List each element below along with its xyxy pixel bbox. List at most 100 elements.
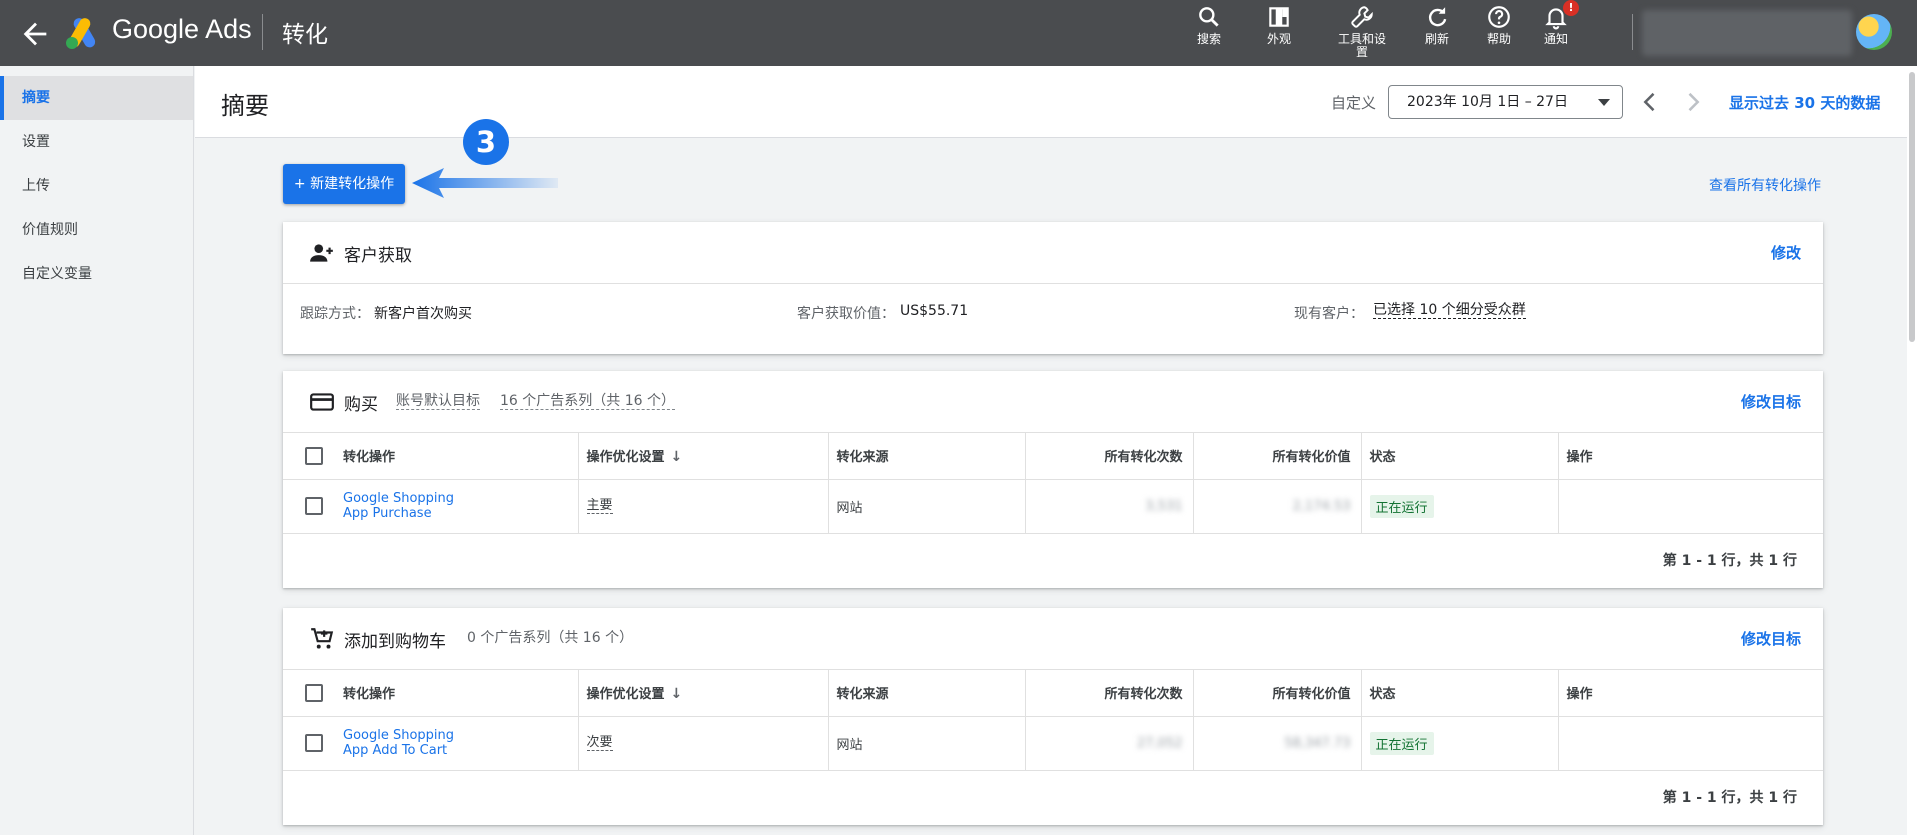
google-ads-logo-icon[interactable] [64, 16, 100, 50]
existing-customers-value[interactable]: 已选择 10 个细分受众群 [1373, 303, 1526, 319]
column-header-action[interactable]: 转化操作 [338, 670, 579, 717]
column-header-operations: 操作 [1558, 433, 1823, 480]
conversion-name-link[interactable]: App Purchase [343, 506, 570, 521]
column-header-operations: 操作 [1558, 670, 1823, 717]
notifications-tool[interactable]: ! 通知 [1537, 0, 1579, 47]
column-header-all-conversions[interactable]: 所有转化次数 [1025, 670, 1194, 717]
source-cell: 网站 [828, 479, 1026, 534]
customer-acquisition-card: 客户获取 修改 跟踪方式： 新客户首次购买 客户获取价值： US$55.71 现… [283, 222, 1823, 354]
search-icon [1199, 7, 1219, 27]
tracking-value: 新客户首次购买 [374, 306, 472, 322]
column-header-all-conversions[interactable]: 所有转化次数 [1025, 433, 1194, 480]
select-all-cell [283, 433, 338, 480]
brand-name[interactable]: Google Ads [112, 14, 252, 45]
page-header: 摘要 自定义 2023年 10月 1日 – 27日 显示过去 30 天的数据 [195, 66, 1917, 138]
card-header: 购买 账号默认目标 16 个广告系列（共 16 个） 修改目标 [283, 371, 1823, 433]
column-header-source[interactable]: 转化来源 [828, 670, 1026, 717]
avatar[interactable] [1856, 14, 1892, 50]
select-all-checkbox[interactable] [305, 446, 323, 465]
optimization-cell: 次要 [578, 716, 829, 771]
acquisition-value-label: 客户获取价值： [797, 306, 895, 322]
conversion-name-link[interactable]: Google Shopping [343, 491, 570, 506]
optimization-value[interactable]: 主要 [586, 498, 613, 514]
conversion-name-link[interactable]: App Add To Cart [343, 743, 570, 758]
section-title: 转化 [282, 22, 328, 48]
date-range-value: 2023年 10月 1日 – 27日 [1407, 94, 1568, 110]
optimization-value[interactable]: 次要 [586, 735, 613, 751]
view-all-conversions-link[interactable]: 查看所有转化操作 [1709, 175, 1821, 195]
step-number-badge: 3 [463, 119, 509, 165]
person-add-icon [310, 244, 333, 262]
conversion-table: 转化操作 操作优化设置 ↓ 转化来源 所有转化次数 所有转化价值 状态 操作 Go… [283, 670, 1823, 771]
refresh-tool[interactable]: 刷新 [1418, 4, 1456, 47]
operations-cell [1558, 479, 1823, 534]
column-header-label: 操作优化设置 [586, 450, 665, 466]
value-cell: 2,174.53 [1193, 479, 1362, 534]
table-header-row: 转化操作 操作优化设置 ↓ 转化来源 所有转化次数 所有转化价值 状态 操作 [283, 433, 1823, 480]
conversion-table: 转化操作 操作优化设置 ↓ 转化来源 所有转化次数 所有转化价值 状态 操作 Go… [283, 433, 1823, 534]
date-range-label: 自定义 [1331, 94, 1377, 112]
date-range-select[interactable]: 2023年 10月 1日 – 27日 [1388, 85, 1623, 119]
card-header: 客户获取 修改 [283, 222, 1823, 284]
row-checkbox[interactable] [305, 734, 323, 752]
account-info-redacted[interactable] [1642, 10, 1852, 56]
conversions-cell: 27,052 [1025, 716, 1194, 771]
value-redacted: 58,347.73 [1284, 735, 1351, 751]
edit-goal-link[interactable]: 修改目标 [1741, 391, 1801, 412]
help-tool[interactable]: 帮助 [1480, 4, 1518, 47]
vertical-scrollbar[interactable] [1907, 66, 1917, 835]
edit-goal-link[interactable]: 修改目标 [1741, 628, 1801, 649]
scrollbar-thumb[interactable] [1909, 72, 1915, 342]
refresh-icon [1428, 7, 1447, 27]
previous-period-icon[interactable] [1636, 88, 1664, 116]
back-arrow-icon[interactable] [18, 17, 52, 51]
new-conversion-action-button[interactable]: + 新建转化操作 [283, 164, 405, 204]
column-header-optimization[interactable]: 操作优化设置 ↓ [578, 670, 829, 717]
edit-link[interactable]: 修改 [1771, 242, 1801, 263]
column-header-status[interactable]: 状态 [1361, 433, 1559, 480]
conversion-name-link[interactable]: Google Shopping [343, 728, 570, 743]
brand-divider [262, 14, 263, 50]
show-last-30-days-link[interactable]: 显示过去 30 天的数据 [1729, 92, 1880, 113]
sidebar-item-custom-variables[interactable]: 自定义变量 [0, 252, 193, 296]
column-header-all-value[interactable]: 所有转化价值 [1193, 433, 1362, 480]
sort-down-icon: ↓ [670, 686, 683, 703]
card-header: 添加到购物车 0 个广告系列（共 16 个） 修改目标 [283, 608, 1823, 670]
row-checkbox[interactable] [305, 497, 323, 515]
sidebar-item-settings[interactable]: 设置 [0, 120, 193, 164]
table-header-row: 转化操作 操作优化设置 ↓ 转化来源 所有转化次数 所有转化价值 状态 操作 [283, 670, 1823, 717]
select-all-checkbox[interactable] [305, 683, 323, 702]
existing-customers-label: 现有客户： [1294, 306, 1364, 322]
conversion-name-cell[interactable]: Google Shopping App Add To Cart [338, 716, 579, 771]
search-tool[interactable]: 搜索 [1190, 4, 1228, 47]
next-period-icon[interactable] [1679, 88, 1707, 116]
conversion-name-cell[interactable]: Google Shopping App Purchase [338, 479, 579, 534]
status-cell: 正在运行 [1361, 479, 1559, 534]
column-header-source[interactable]: 转化来源 [828, 433, 1026, 480]
campaign-count-tag[interactable]: 16 个广告系列（共 16 个） [500, 393, 675, 410]
default-goal-tag[interactable]: 账号默认目标 [396, 393, 480, 410]
conversions-cell: 3,531 [1025, 479, 1194, 534]
operations-cell [1558, 716, 1823, 771]
page-title: 摘要 [221, 92, 269, 120]
column-header-action[interactable]: 转化操作 [338, 433, 579, 480]
sidebar-item-uploads[interactable]: 上传 [0, 164, 193, 208]
appearance-tool[interactable]: 外观 [1259, 4, 1299, 47]
sidebar-item-value-rules[interactable]: 价值规则 [0, 208, 193, 252]
sidebar-item-summary[interactable]: 摘要 [0, 76, 193, 120]
status-badge: 正在运行 [1369, 731, 1434, 755]
column-header-optimization[interactable]: 操作优化设置 ↓ [578, 433, 829, 480]
column-header-all-value[interactable]: 所有转化价值 [1193, 670, 1362, 717]
table-row: Google Shopping App Purchase 主要 网站 3,531… [283, 479, 1823, 534]
account-divider [1632, 14, 1633, 50]
source-cell: 网站 [828, 716, 1026, 771]
column-header-status[interactable]: 状态 [1361, 670, 1559, 717]
acquisition-value: US$55.71 [900, 303, 969, 319]
pagination-text: 第 1 - 1 行，共 1 行 [1662, 552, 1797, 569]
optimization-cell: 主要 [578, 479, 829, 534]
tools-settings-tool[interactable]: 工具和设 置 [1333, 4, 1391, 60]
acquisition-info-row: 跟踪方式： 新客户首次购买 客户获取价值： US$55.71 现有客户： 已选择… [283, 284, 1823, 340]
column-header-label: 操作优化设置 [586, 687, 665, 703]
value-redacted: 2,174.53 [1292, 498, 1351, 514]
credit-card-icon [310, 393, 334, 411]
